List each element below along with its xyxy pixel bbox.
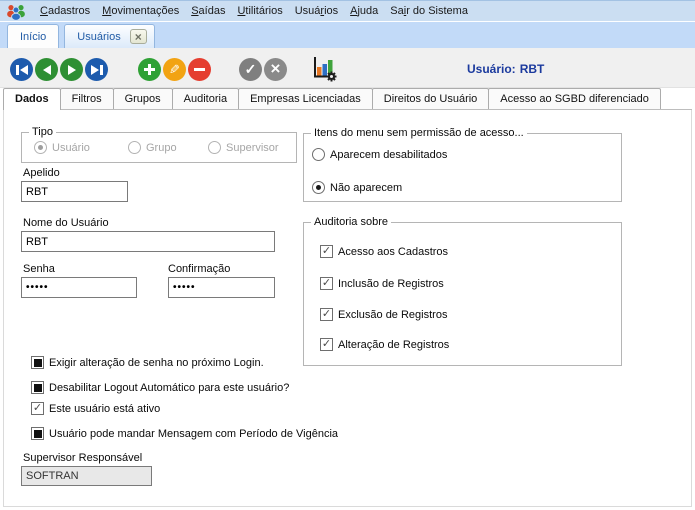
tab-direitos-do-usuario[interactable]: Direitos do Usuário [371,88,490,109]
next-record-button[interactable] [60,58,83,81]
checkbox-icon [31,402,44,415]
tab-acesso-sgbd[interactable]: Acesso ao SGBD diferenciado [488,88,661,109]
radio-nao-aparecem[interactable]: Não aparecem [312,181,402,194]
last-record-button[interactable] [85,58,108,81]
supervisor-input [21,466,152,486]
edit-record-button[interactable] [163,58,186,81]
checkbox-exigir-alteracao-senha[interactable]: Exigir alteração de senha no próximo Log… [31,356,264,369]
dados-page: Tipo Usuário Grupo Supervisor Apelido No… [3,110,692,507]
current-user-label: Usuário: RBT [467,62,545,76]
checkbox-mensagem-vigencia[interactable]: Usuário pode mandar Mensagem com Período… [31,427,338,440]
x-icon [271,60,281,79]
last-record-icon [90,64,99,75]
minus-icon [194,68,205,71]
nome-usuario-label: Nome do Usuário [23,217,109,229]
menu-utilitarios[interactable]: Utilitários [231,2,288,20]
window-tab-strip: Início Usuários × [0,22,695,48]
add-record-button[interactable] [138,58,161,81]
close-tab-icon[interactable]: × [129,29,147,44]
tipo-group: Tipo Usuário Grupo Supervisor [21,126,297,163]
menu-sair-do-sistema[interactable]: Sair do Sistema [384,2,474,20]
users-group-icon [6,3,26,20]
menu-permissao-legend: Itens do menu sem permissão de acesso... [311,127,527,139]
first-record-button[interactable] [10,58,33,81]
tab-auditoria[interactable]: Auditoria [171,88,240,109]
page-tab-strip: Dados Filtros Grupos Auditoria Empresas … [3,88,692,110]
menu-bar: Cadastros Movimentações Saídas Utilitári… [0,0,695,22]
nome-usuario-input[interactable] [21,231,275,252]
tab-filtros[interactable]: Filtros [59,88,114,109]
checkbox-icon [320,245,333,258]
radio-tipo-grupo[interactable]: Grupo [128,141,177,154]
current-user-value: RBT [519,62,545,76]
confirm-button[interactable] [239,58,262,81]
menu-cadastros[interactable]: Cadastros [34,2,96,20]
senha-label: Senha [23,263,55,275]
radio-aparecem-desabilitados[interactable]: Aparecem desabilitados [312,148,447,161]
app-window: Cadastros Movimentações Saídas Utilitári… [0,0,695,510]
radio-icon [312,181,325,194]
previous-record-button[interactable] [35,58,58,81]
previous-record-icon [42,64,51,75]
checkbox-inclusao-registros[interactable]: Inclusão de Registros [320,277,444,290]
menu-movimentacoes[interactable]: Movimentações [96,2,185,20]
menu-usuarios[interactable]: Usuários [289,2,344,20]
chart-settings-button[interactable] [310,55,338,82]
tab-dados[interactable]: Dados [3,88,61,110]
apelido-input[interactable] [21,181,128,202]
radio-icon [312,148,325,161]
auditoria-group: Auditoria sobre Acesso aos Cadastros Inc… [303,216,622,366]
tab-empresas-licenciadas[interactable]: Empresas Licenciadas [238,88,373,109]
pencil-icon [169,61,180,79]
supervisor-label: Supervisor Responsável [23,452,143,464]
next-record-icon [67,64,76,75]
checkbox-acesso-cadastros[interactable]: Acesso aos Cadastros [320,245,448,258]
checkbox-usuario-ativo[interactable]: Este usuário está ativo [31,402,160,415]
tab-inicio[interactable]: Início [7,24,60,48]
menu-permissao-group: Itens do menu sem permissão de acesso...… [303,127,622,202]
tipo-legend: Tipo [29,126,56,138]
checkbox-desabilitar-logout[interactable]: Desabilitar Logout Automático para este … [31,381,289,394]
check-icon [245,61,257,79]
checkbox-icon [320,338,333,351]
tab-usuarios[interactable]: Usuários × [64,24,155,48]
radio-icon [34,141,47,154]
menu-saidas[interactable]: Saídas [185,2,231,20]
confirmacao-input[interactable] [168,277,275,298]
delete-record-button[interactable] [188,58,211,81]
plus-icon [144,64,155,75]
checkbox-exclusao-registros[interactable]: Exclusão de Registros [320,308,447,321]
checkbox-icon [31,427,44,440]
apelido-label: Apelido [23,167,60,179]
radio-icon [208,141,221,154]
radio-icon [128,141,141,154]
cancel-button[interactable] [264,58,287,81]
toolbar: Usuário:RBT [0,48,695,88]
checkbox-icon [31,356,44,369]
menu-ajuda[interactable]: Ajuda [344,2,384,20]
first-record-icon [15,64,19,75]
checkbox-icon [320,277,333,290]
tab-grupos[interactable]: Grupos [112,88,173,109]
radio-tipo-supervisor[interactable]: Supervisor [208,141,279,154]
senha-input[interactable] [21,277,137,298]
radio-tipo-usuario[interactable]: Usuário [34,141,90,154]
checkbox-alteracao-registros[interactable]: Alteração de Registros [320,338,449,351]
bar-chart-gear-icon [314,57,337,82]
auditoria-legend: Auditoria sobre [311,216,391,228]
confirmacao-label: Confirmação [168,263,231,275]
checkbox-icon [31,381,44,394]
checkbox-icon [320,308,333,321]
